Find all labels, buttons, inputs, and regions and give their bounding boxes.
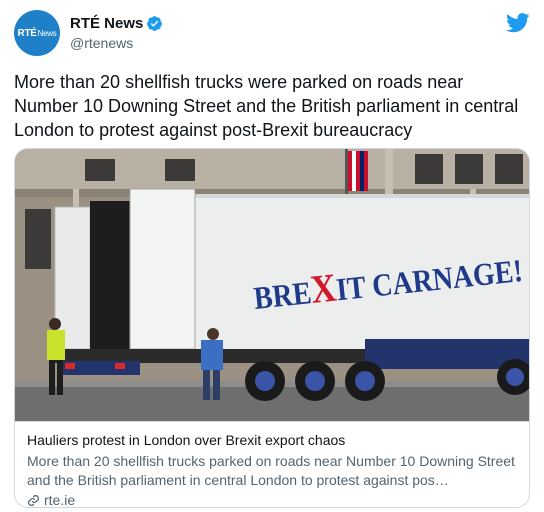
verified-badge-icon [147,16,163,31]
author-info: RTÉ News @rtenews [70,15,163,51]
link-icon [28,494,39,506]
card-description: More than 20 shellfish trucks parked on … [27,453,515,488]
card-domain[interactable]: rte.ie [44,492,75,507]
author-name-row: RTÉ News [70,15,163,32]
author-handle[interactable]: @rtenews [70,35,163,51]
tweet-text: More than 20 shellfish trucks were parke… [14,72,519,140]
card-domain-row: rte.ie [27,492,519,507]
author-display-name[interactable]: RTÉ News [70,15,143,32]
tweet-header: RTÉ News RTÉ News @rtenews [14,10,530,60]
tweet-embed: RTÉ News RTÉ News @rtenews More than 20 s… [0,0,544,512]
twitter-bird-icon[interactable] [506,13,530,33]
avatar-logo-text: RTÉ [17,27,37,39]
avatar[interactable]: RTÉ News [14,10,60,56]
card-image[interactable]: BREXIT CARNAGE! [15,149,530,421]
avatar-logo-subtext: News [37,28,57,38]
card-title[interactable]: Hauliers protest in London over Brexit e… [27,431,519,450]
link-card[interactable]: BREXIT CARNAGE! Hauliers protest in Lond… [14,148,530,508]
card-body: Hauliers protest in London over Brexit e… [15,421,529,507]
